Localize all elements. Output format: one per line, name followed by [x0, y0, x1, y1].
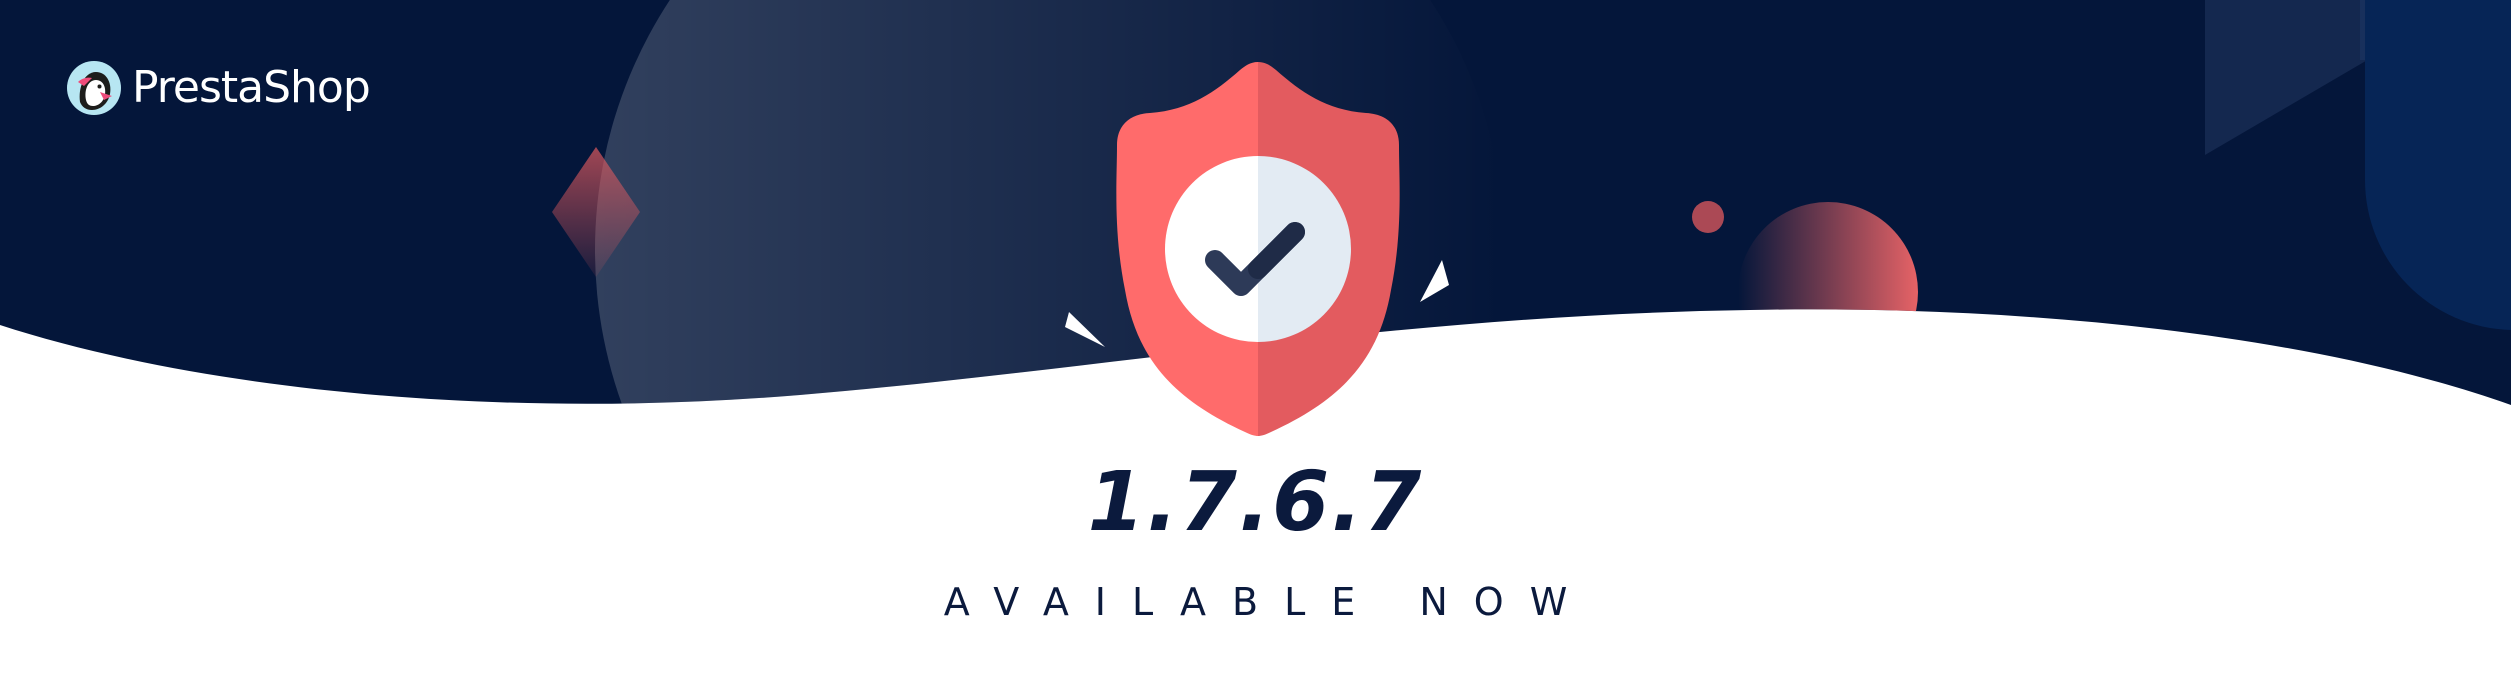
decorative-ball — [1738, 202, 1918, 382]
version-number: 1.7.6.7 — [1087, 455, 1424, 550]
prestashop-logo[interactable]: PrestaShop — [66, 58, 371, 118]
decorative-small-ball — [1692, 201, 1724, 233]
shield-icon — [1116, 62, 1400, 436]
brand-name: PrestaShop — [132, 62, 371, 113]
release-banner: PrestaShop 1.7.6.7 AVAILABLE NOW — [0, 0, 2511, 693]
puffin-logo-icon — [67, 61, 121, 115]
availability-tagline: AVAILABLE NOW — [943, 580, 1594, 624]
